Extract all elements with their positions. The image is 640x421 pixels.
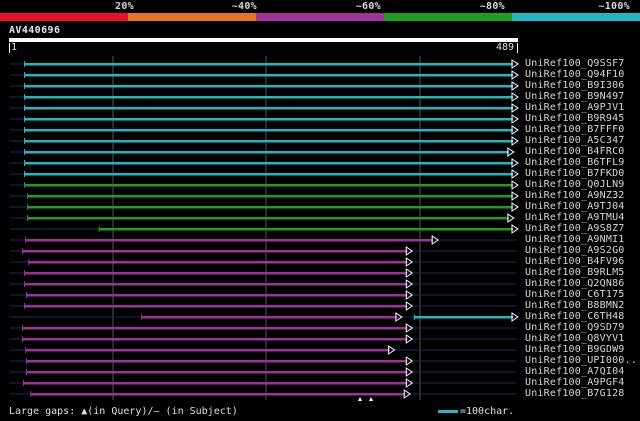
hit-bar bbox=[24, 96, 513, 99]
hit-bar bbox=[99, 228, 513, 231]
hit-label[interactable]: UniRef100_B9I306 bbox=[525, 80, 625, 91]
hit-bar bbox=[26, 360, 408, 363]
hit-label[interactable]: UniRef100_A9TJ04 bbox=[525, 201, 625, 212]
hit-bar bbox=[24, 283, 408, 286]
hit-bar bbox=[24, 184, 513, 187]
hit-bar bbox=[24, 85, 513, 88]
hit-label[interactable]: UniRef100_C6TH48 bbox=[525, 311, 625, 322]
hit-label[interactable]: UniRef100_B4FV96 bbox=[525, 256, 625, 267]
gap-marker-icon bbox=[358, 397, 362, 401]
hit-bar bbox=[30, 393, 406, 396]
hit-bar bbox=[23, 382, 408, 385]
hit-label[interactable]: UniRef100_Q9SSF7 bbox=[525, 58, 625, 69]
hit-bar bbox=[24, 272, 408, 275]
hit-label[interactable]: UniRef100_A9NMI1 bbox=[525, 234, 625, 245]
hit-label[interactable]: UniRef100_C6T175 bbox=[525, 289, 625, 300]
hit-bar bbox=[24, 129, 513, 132]
hit-label[interactable]: UniRef100_A9TMU4 bbox=[525, 212, 625, 223]
legend-scale-label: =100char. bbox=[460, 406, 515, 417]
hit-label[interactable]: UniRef100_B9RLM5 bbox=[525, 267, 625, 278]
gap-marker-icon bbox=[369, 397, 373, 401]
hit-label[interactable]: UniRef100_Q94F10 bbox=[525, 69, 625, 80]
hit-label[interactable]: UniRef100_B9GDW9 bbox=[525, 344, 625, 355]
hit-label[interactable]: UniRef100_B4FRC0 bbox=[525, 146, 625, 157]
hit-label[interactable]: UniRef100_Q2QN86 bbox=[525, 278, 625, 289]
hit-label[interactable]: UniRef100_A9NZ32 bbox=[525, 190, 625, 201]
hit-label[interactable]: UniRef100_A7QI04 bbox=[525, 366, 625, 377]
hit-bar bbox=[414, 316, 513, 319]
hit-bar bbox=[26, 294, 408, 297]
hit-label[interactable]: UniRef100_B9N497 bbox=[525, 91, 625, 102]
hit-bar bbox=[24, 107, 513, 110]
hit-bar bbox=[24, 140, 513, 143]
hit-label[interactable]: UniRef100_A5C347 bbox=[525, 135, 625, 146]
hit-bar bbox=[24, 74, 513, 77]
legend-text: Large gaps: ▲(in Query)/— (in Subject) bbox=[9, 406, 238, 417]
hit-label[interactable]: UniRef100_Q0JLN9 bbox=[525, 179, 625, 190]
hit-label[interactable]: UniRef100_B8BMN2 bbox=[525, 300, 625, 311]
hit-label[interactable]: UniRef100_B9R945 bbox=[525, 113, 625, 124]
hit-bar bbox=[22, 338, 408, 341]
hit-bar bbox=[28, 261, 408, 264]
hit-bar bbox=[27, 217, 509, 220]
hit-bar bbox=[22, 327, 408, 330]
hit-bar bbox=[25, 349, 390, 352]
hit-label[interactable]: UniRef100_Q9SD79 bbox=[525, 322, 625, 333]
legend-scale-bar bbox=[438, 410, 458, 413]
hit-label[interactable]: UniRef100_B7FFF0 bbox=[525, 124, 625, 135]
hit-bar bbox=[24, 118, 513, 121]
hit-bar bbox=[26, 371, 408, 374]
hit-bar bbox=[24, 63, 513, 66]
hit-label[interactable]: UniRef100_Q8VYV1 bbox=[525, 333, 625, 344]
hit-bar bbox=[24, 173, 513, 176]
hit-bar bbox=[24, 305, 408, 308]
hit-label[interactable]: UniRef100_A9PJV1 bbox=[525, 102, 625, 113]
hit-bar bbox=[24, 162, 513, 165]
hit-label[interactable]: UniRef100_A9S8Z7 bbox=[525, 223, 625, 234]
hit-label[interactable]: UniRef100_UPI000.. bbox=[525, 355, 637, 366]
hit-label[interactable]: UniRef100_A9S2G0 bbox=[525, 245, 625, 256]
hit-label[interactable]: UniRef100_B7FKD0 bbox=[525, 168, 625, 179]
hit-label[interactable]: UniRef100_B7G128 bbox=[525, 388, 625, 399]
hit-bar bbox=[27, 206, 514, 209]
hit-bar bbox=[24, 151, 509, 154]
hit-bar bbox=[25, 239, 434, 242]
hit-bar bbox=[22, 250, 408, 253]
hit-label[interactable]: UniRef100_B6TFL9 bbox=[525, 157, 625, 168]
hit-bar bbox=[27, 195, 514, 198]
hit-bar bbox=[141, 316, 397, 319]
hit-label[interactable]: UniRef100_A9PGF4 bbox=[525, 377, 625, 388]
